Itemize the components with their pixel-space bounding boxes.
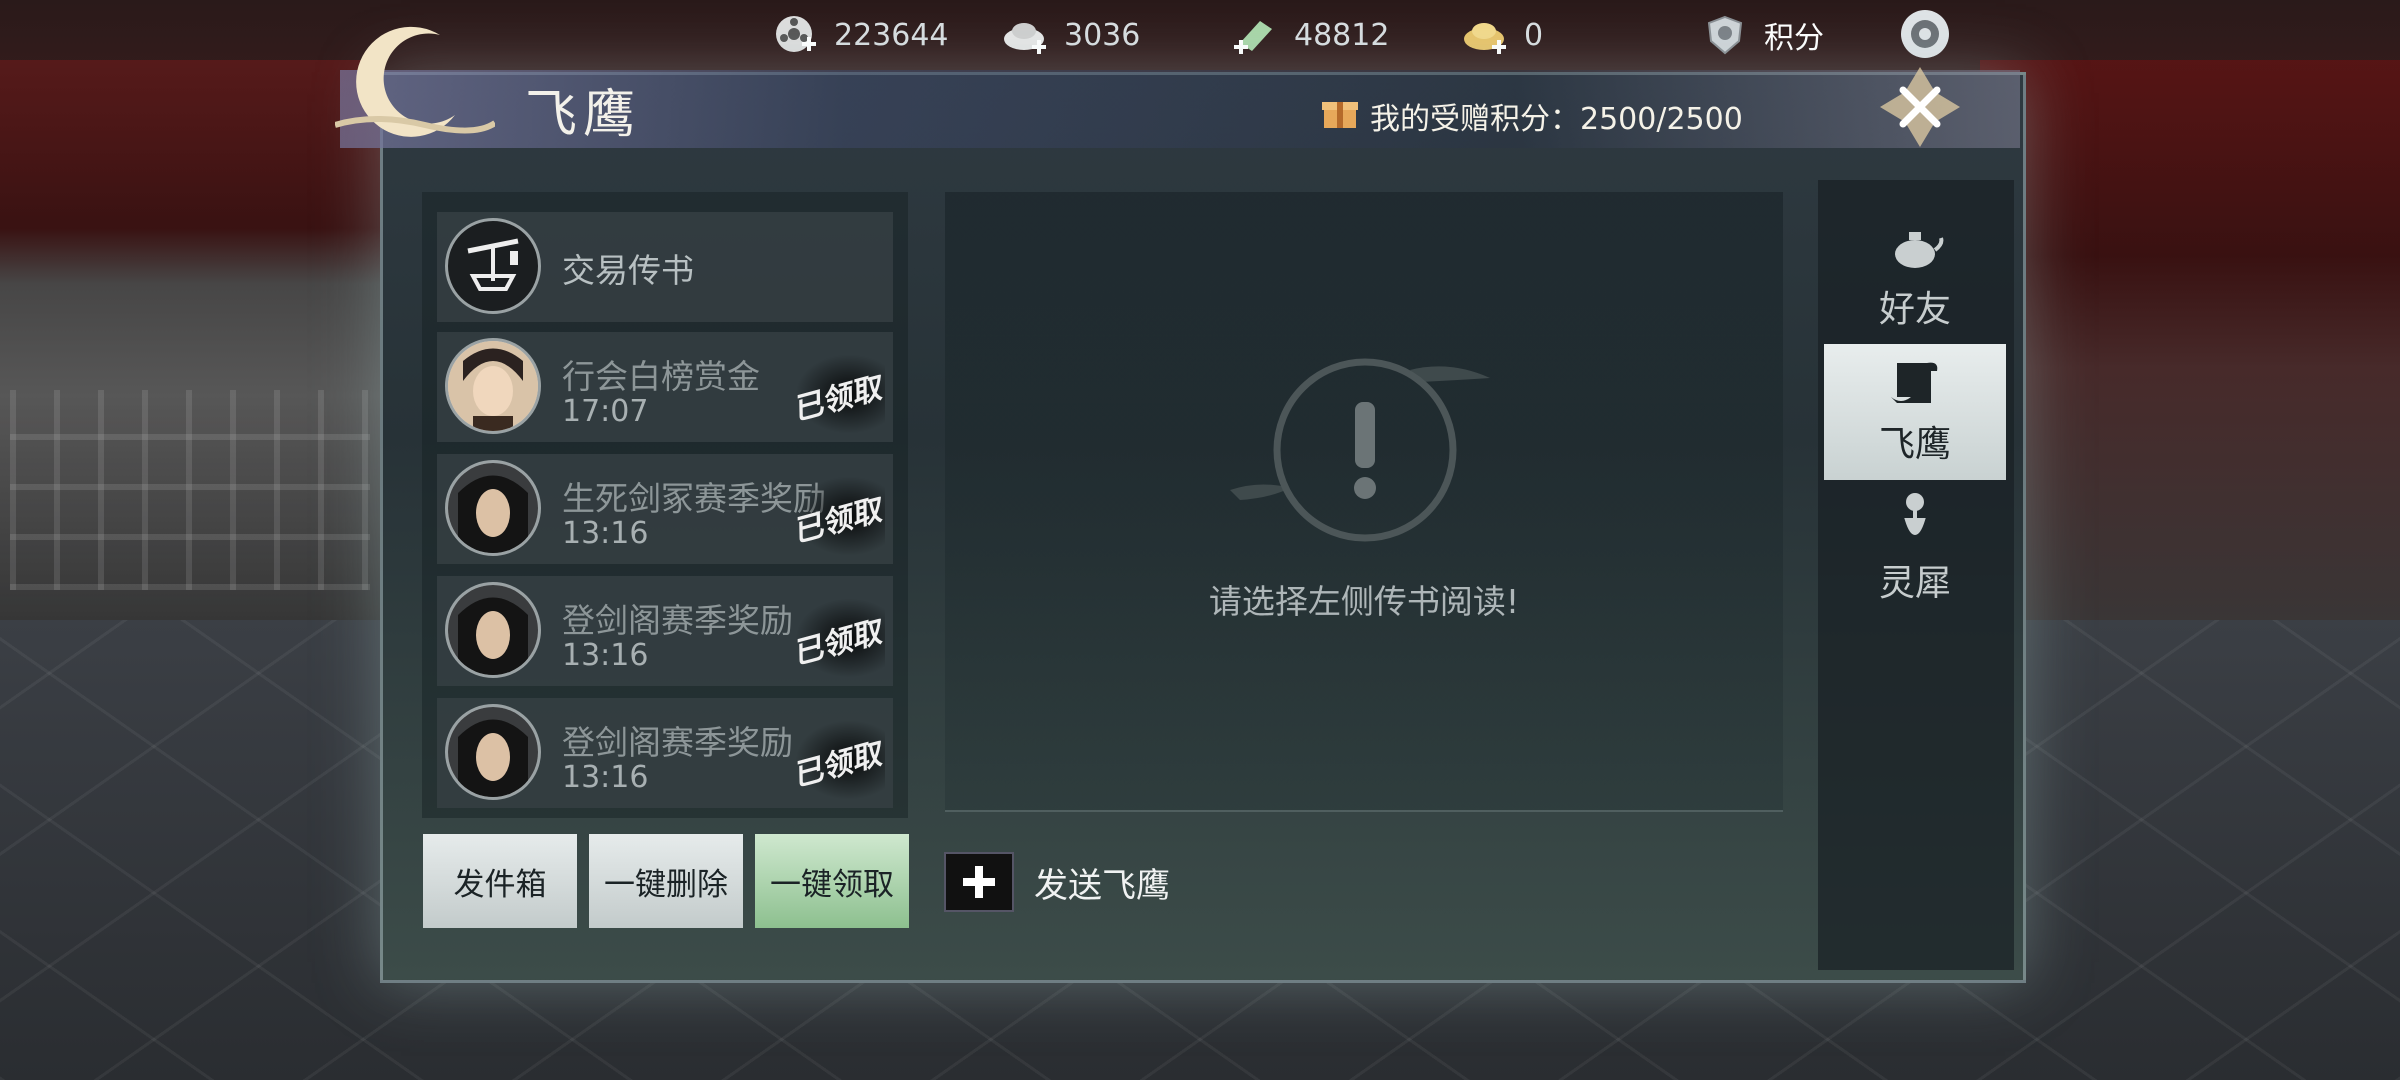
avatar (445, 582, 541, 678)
tab-friends[interactable]: 好友 (1824, 210, 2006, 346)
side-tabs: 好友 飞鹰 灵犀 (1818, 180, 2014, 970)
film-reel-plus-icon (770, 13, 820, 57)
mail-item[interactable]: 生死剑冢赛季奖励 13:16 已领取 (437, 454, 893, 564)
mail-item-time: 17:07 (562, 394, 649, 429)
points-label: 积分 (1764, 21, 1824, 56)
tab-flying-eagle[interactable]: 飞鹰 (1824, 344, 2006, 480)
tab-label: 好友 (1878, 289, 1951, 330)
silver-ingot-plus-icon (1000, 13, 1050, 57)
crescent-moon-icon (334, 25, 497, 145)
mail-item-time: 13:16 (562, 638, 649, 673)
exclamation-icon (1230, 350, 1500, 550)
mail-item-time: 13:16 (562, 760, 649, 795)
resource-value: 223644 (834, 17, 949, 53)
claimed-stamp: 已领取 (785, 720, 885, 800)
mail-item-time: 13:16 (562, 516, 649, 551)
close-icon (1880, 67, 1960, 147)
gift-points-label: 我的受赠积分：2500/2500 (1370, 102, 1743, 137)
gift-points: 我的受赠积分：2500/2500 (1320, 92, 1743, 140)
tab-label: 灵犀 (1878, 563, 1951, 604)
resource-film[interactable]: 223644 (770, 10, 949, 60)
tab-lingxi[interactable]: 灵犀 (1824, 480, 2006, 616)
delete-all-button[interactable]: 一键删除 (589, 834, 743, 928)
gift-box-icon (1320, 92, 1360, 140)
gold-ingot-plus-icon (1460, 13, 1510, 57)
mail-item[interactable]: 登剑阁赛季奖励 13:16 已领取 (437, 576, 893, 686)
mail-item-title: 登剑阁赛季奖励 (562, 723, 793, 762)
background-left-wall (0, 60, 380, 620)
mail-list: 交易传书 行会白榜赏金 17:07 已领取 生死剑冢赛季奖励 13:16 已领取… (422, 192, 908, 818)
mail-item-trade[interactable]: 交易传书 (437, 212, 893, 322)
mail-item[interactable]: 登剑阁赛季奖励 13:16 已领取 (437, 698, 893, 808)
points-button[interactable]: 积分 (1700, 10, 1824, 60)
mail-item-title: 登剑阁赛季奖励 (562, 601, 793, 640)
resource-silver[interactable]: 3036 (1000, 10, 1140, 60)
scale-icon (445, 218, 541, 314)
plus-icon (944, 852, 1014, 912)
claim-all-button[interactable]: 一键领取 (755, 834, 909, 928)
mail-item-title: 行会白榜赏金 (562, 357, 760, 396)
avatar (445, 460, 541, 556)
claimed-stamp: 已领取 (785, 598, 885, 678)
mail-item-title: 交易传书 (562, 251, 694, 290)
resource-value: 0 (1524, 17, 1544, 53)
resource-jade[interactable]: 48812 (1230, 10, 1389, 60)
empty-hint: 请选择左侧传书阅读! (1208, 582, 1520, 621)
settings-gear-icon[interactable] (1895, 6, 1955, 62)
claimed-stamp: 已领取 (785, 476, 885, 556)
resource-gold[interactable]: 0 (1460, 10, 1543, 60)
panel-title: 飞鹰 (525, 85, 642, 145)
shield-badge-icon (1700, 13, 1750, 57)
resource-value: 3036 (1064, 17, 1141, 53)
mail-item[interactable]: 行会白榜赏金 17:07 已领取 (437, 332, 893, 442)
resource-value: 48812 (1294, 17, 1390, 53)
send-mail-label: 发送飞鹰 (1034, 865, 1170, 906)
send-mail-button[interactable]: 发送飞鹰 (944, 852, 1170, 912)
jade-plus-icon (1230, 13, 1280, 57)
tab-label: 飞鹰 (1878, 424, 1951, 465)
window-lattice (10, 390, 370, 590)
outbox-button[interactable]: 发件箱 (423, 834, 577, 928)
divider (945, 810, 1783, 812)
claimed-stamp: 已领取 (785, 354, 885, 434)
teapot-icon (1885, 224, 1945, 276)
close-button[interactable] (1870, 62, 1970, 152)
avatar (445, 704, 541, 800)
scroll-icon (1887, 357, 1943, 411)
background-right-wall (1980, 60, 2400, 620)
avatar (445, 338, 541, 434)
flower-vase-icon (1895, 490, 1935, 550)
